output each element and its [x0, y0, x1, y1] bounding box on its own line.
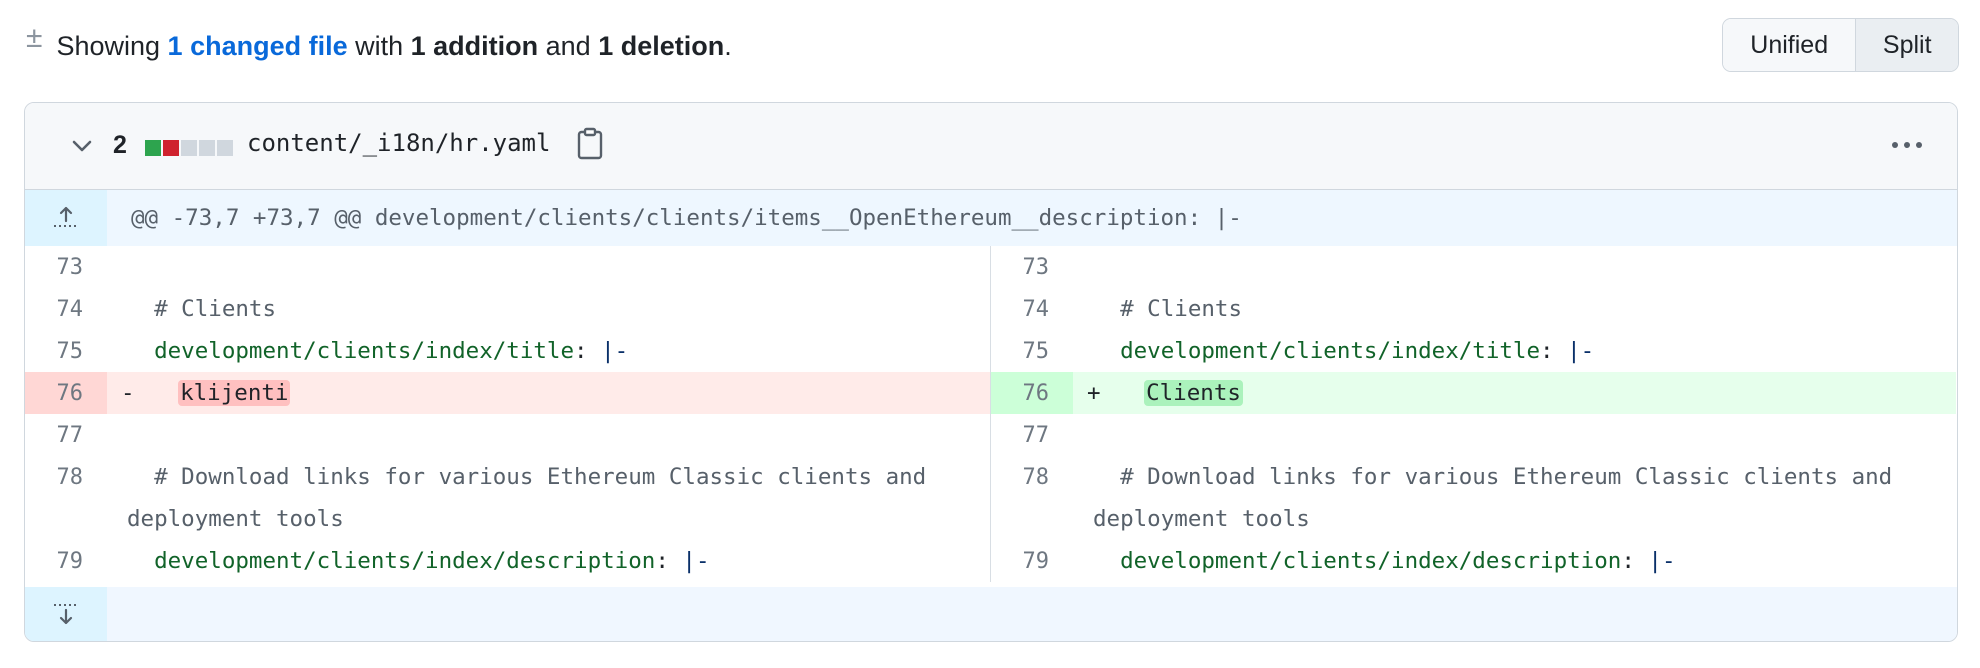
file-header: 2 content/_i18n/hr.yaml: [25, 103, 1957, 190]
line-code: # Clients: [107, 288, 990, 330]
diff-line: 77: [991, 414, 1956, 456]
hunk-header-text: @@ -73,7 +73,7 @@ development/clients/cl…: [107, 190, 1957, 246]
diffstat-block-del: [163, 140, 179, 156]
code-comment: # Clients: [154, 296, 277, 322]
summary-prefix: Showing: [56, 30, 168, 61]
line-code: development/clients/index/title: |-: [1120, 338, 1595, 364]
code-comment: # Download links for various Ethereum Cl…: [1120, 464, 1839, 490]
line-code: [107, 414, 990, 456]
diff-line: 78 # Download links for various Ethereum…: [991, 456, 1956, 540]
diff-line: 74 # Clients: [25, 288, 990, 330]
deletions-count: 1 deletion: [598, 30, 725, 61]
diff-line: 73: [25, 246, 990, 288]
more-options-icon[interactable]: [1887, 131, 1927, 159]
line-number[interactable]: 78: [25, 456, 107, 540]
diff-line: 73: [991, 246, 1956, 288]
unified-view-button[interactable]: Unified: [1723, 19, 1857, 71]
summary-mid1: with: [347, 30, 411, 61]
change-count: 2: [113, 131, 127, 159]
yaml-key: development/clients/index/description: [1120, 548, 1622, 574]
line-number[interactable]: 77: [25, 414, 107, 456]
diffstat-block-add: [145, 140, 161, 156]
hunk-footer: [25, 587, 1957, 641]
summary-suffix: .: [724, 30, 732, 61]
line-code: # Clients: [1073, 288, 1956, 330]
yaml-operator: |-: [682, 548, 710, 574]
hunk-header: @@ -73,7 +73,7 @@ development/clients/cl…: [25, 190, 1957, 246]
diff-left-side: 73 74 # Clients 75 development/clients/in…: [25, 246, 991, 582]
code-comment: # Clients: [1120, 296, 1243, 322]
diff-line: 79 development/clients/index/description…: [25, 540, 990, 582]
diffstat: [145, 140, 233, 156]
code-comment: # Download links for various Ethereum Cl…: [154, 464, 873, 490]
diff-line: 77: [25, 414, 990, 456]
diff-line: 74 # Clients: [991, 288, 1956, 330]
line-code: development/clients/index/title: |-: [154, 338, 629, 364]
line-number[interactable]: 76: [25, 372, 107, 414]
diff-line: 79 development/clients/index/description…: [991, 540, 1956, 582]
file-diff: 2 content/_i18n/hr.yaml @@ -73,7 +73,7 @…: [24, 102, 1958, 642]
chevron-down-icon[interactable]: [69, 133, 95, 159]
diffstat-block-neutral: [199, 140, 215, 156]
diff-line: 78 # Download links for various Ethereum…: [25, 456, 990, 540]
line-code: - klijenti: [107, 372, 990, 414]
additions-count: 1 addition: [410, 30, 539, 61]
diff-view-toggle: Unified Split: [1722, 18, 1959, 72]
line-number[interactable]: 77: [991, 414, 1073, 456]
line-number[interactable]: 78: [991, 456, 1073, 540]
addition-marker: +: [1087, 380, 1101, 406]
yaml-key: development/clients/index/title: [1120, 338, 1541, 364]
line-code: [107, 246, 990, 288]
line-number[interactable]: 79: [25, 540, 107, 582]
expand-down-button[interactable]: [25, 587, 107, 641]
added-value: Clients: [1144, 380, 1243, 406]
line-number[interactable]: 79: [991, 540, 1073, 582]
line-number[interactable]: 73: [991, 246, 1073, 288]
expand-down-icon: [54, 604, 78, 625]
changed-files-link[interactable]: 1 changed file: [168, 31, 348, 62]
yaml-operator: |-: [1567, 338, 1595, 364]
yaml-operator: |-: [1648, 548, 1676, 574]
line-code: [1073, 246, 1956, 288]
yaml-key: development/clients/index/title: [154, 338, 575, 364]
line-number[interactable]: 76: [991, 372, 1073, 414]
diff-right-side: 73 74 # Clients 75 development/clients/in…: [991, 246, 1956, 582]
yaml-operator: |-: [601, 338, 629, 364]
line-number[interactable]: 74: [25, 288, 107, 330]
deleted-value: klijenti: [178, 380, 291, 406]
diff-line: 76 + Clients: [991, 372, 1956, 414]
diff-line: 75 development/clients/index/title: |-: [25, 330, 990, 372]
line-code: # Download links for various Ethereum Cl…: [107, 456, 990, 540]
diffstat-block-neutral: [217, 140, 233, 156]
deletion-marker: -: [121, 380, 135, 406]
split-view-button[interactable]: Split: [1856, 19, 1958, 71]
line-number[interactable]: 74: [991, 288, 1073, 330]
expand-up-button[interactable]: [25, 190, 107, 246]
expand-up-icon: [54, 206, 78, 227]
line-number[interactable]: 75: [25, 330, 107, 372]
line-code: development/clients/index/description: |…: [1120, 548, 1676, 574]
copy-clipboard-icon[interactable]: [575, 127, 605, 161]
diffstat-block-neutral: [181, 140, 197, 156]
line-code: + Clients: [1073, 372, 1956, 414]
line-code: # Download links for various Ethereum Cl…: [1073, 456, 1956, 540]
line-code: [1073, 414, 1956, 456]
summary-mid2: and: [538, 30, 599, 61]
line-number[interactable]: 73: [25, 246, 107, 288]
diff-line: 75 development/clients/index/title: |-: [991, 330, 1956, 372]
file-name[interactable]: content/_i18n/hr.yaml: [247, 129, 550, 157]
line-code: development/clients/index/description: |…: [154, 548, 710, 574]
yaml-key: development/clients/index/description: [154, 548, 656, 574]
diff-line: 76- klijenti: [25, 372, 990, 414]
plus-minus-icon: ±: [26, 21, 43, 54]
diff-summary: ± Showing 1 changed file with 1 addition…: [26, 18, 732, 74]
line-number[interactable]: 75: [991, 330, 1073, 372]
